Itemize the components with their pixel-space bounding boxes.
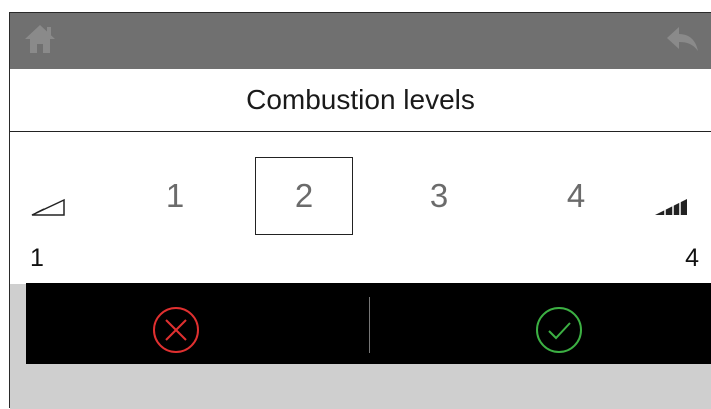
action-bar (26, 283, 711, 364)
screen: Combustion levels 1 2 3 4 1 4 (9, 12, 711, 409)
action-divider (369, 297, 370, 353)
range-min-label: 1 (30, 244, 44, 272)
confirm-check-icon[interactable] (535, 306, 583, 354)
bottom-area (10, 364, 711, 409)
device-frame: Combustion levels 1 2 3 4 1 4 (0, 0, 711, 409)
home-icon[interactable] (22, 21, 58, 57)
dialog-title-text: Combustion levels (246, 84, 475, 115)
level-option-1[interactable]: 1 (126, 157, 224, 235)
range-max-label: 4 (685, 244, 699, 272)
signal-low-icon (31, 198, 65, 216)
level-option-2-selected[interactable]: 2 (255, 157, 353, 235)
cancel-x-icon[interactable] (152, 306, 200, 354)
back-arrow-icon[interactable] (665, 23, 701, 55)
top-bar (10, 13, 711, 69)
signal-high-icon (655, 199, 687, 215)
level-option-4[interactable]: 4 (527, 157, 625, 235)
combustion-level-panel: 1 2 3 4 1 4 (10, 132, 711, 284)
dialog-title: Combustion levels (10, 69, 711, 132)
level-option-3[interactable]: 3 (390, 157, 488, 235)
